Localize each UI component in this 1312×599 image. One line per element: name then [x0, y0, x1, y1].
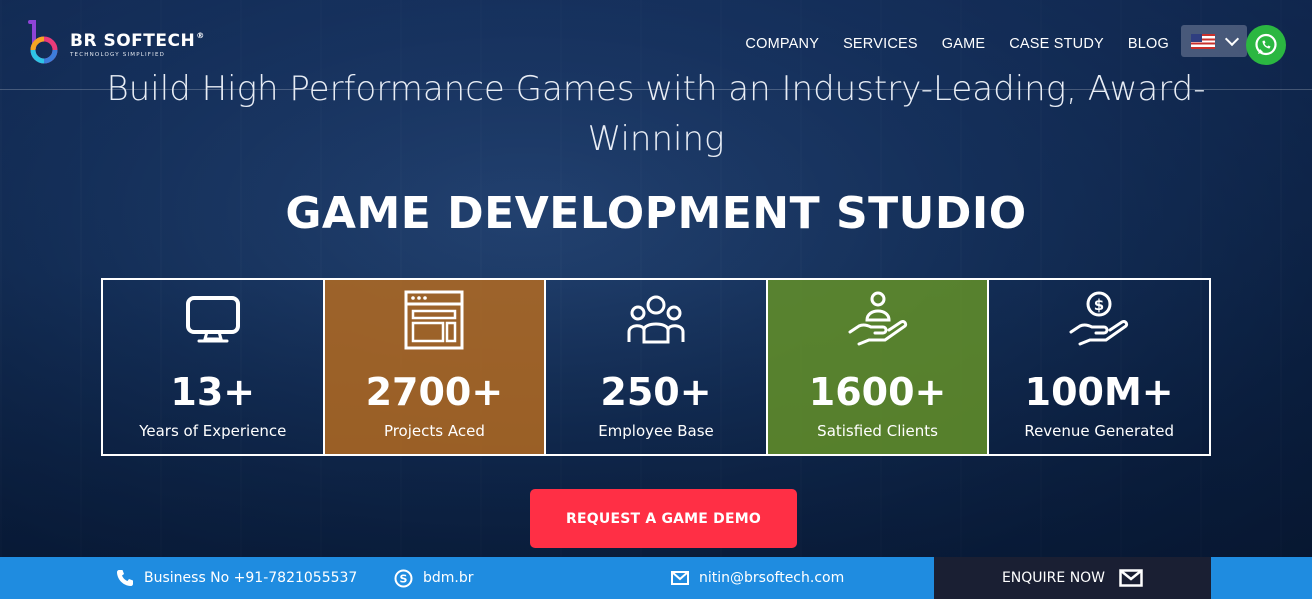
svg-text:$: $ [1094, 296, 1104, 314]
team-icon [627, 295, 685, 344]
stat-label: Revenue Generated [1024, 422, 1174, 440]
us-flag-icon [1191, 33, 1215, 49]
skype-id: bdm.br [423, 570, 474, 586]
brand-logo[interactable]: BR SOFTECH® TECHNOLOGY SIMPLIFIED [24, 20, 205, 68]
nav-company[interactable]: COMPANY [745, 36, 819, 52]
contact-bar: Business No +91-7821055537 S bdm.br niti… [0, 557, 1312, 599]
brand-reg-mark: ® [196, 30, 205, 40]
nav-game[interactable]: GAME [942, 36, 986, 52]
stat-projects: 2700+ Projects Aced [324, 280, 547, 454]
stat-label: Employee Base [598, 422, 714, 440]
client-hand-icon [848, 291, 907, 346]
whatsapp-button[interactable] [1246, 25, 1286, 65]
phone-number: Business No +91-7821055537 [144, 570, 358, 586]
stat-value: 13+ [170, 370, 256, 414]
enquire-now-button[interactable]: ENQUIRE NOW [934, 557, 1211, 599]
skype-icon: S [394, 569, 413, 587]
nav-services[interactable]: SERVICES [843, 36, 918, 52]
skype-contact[interactable]: S bdm.br [394, 557, 474, 599]
brand-name: BR SOFTECH [70, 30, 196, 51]
svg-text:S: S [400, 572, 408, 585]
stat-label: Years of Experience [139, 422, 287, 440]
stats-row: 13+ Years of Experience 2700+ Projects A… [101, 278, 1211, 456]
main-nav: COMPANY SERVICES GAME CASE STUDY BLOG [745, 36, 1169, 52]
whatsapp-icon [1255, 33, 1277, 56]
stat-label: Projects Aced [383, 422, 485, 440]
email-contact[interactable]: nitin@brsoftech.com [671, 557, 844, 599]
hero-subtitle: Build High Performance Games with an Ind… [106, 69, 1206, 159]
stat-experience: 13+ Years of Experience [103, 280, 325, 454]
brand-tagline: TECHNOLOGY SIMPLIFIED [70, 51, 166, 58]
phone-icon [117, 570, 133, 586]
logo-icon [28, 20, 58, 64]
nav-blog[interactable]: BLOG [1128, 36, 1169, 52]
browser-layout-icon [404, 290, 464, 350]
enquire-label: ENQUIRE NOW [1001, 570, 1106, 586]
stat-value: 1600+ [808, 370, 947, 414]
stat-clients: 1600+ Satisfied Clients [767, 280, 990, 454]
stat-value: 2700+ [365, 370, 504, 414]
stat-revenue: $ 100M+ Revenue Generated [989, 280, 1209, 454]
mail-icon [671, 571, 689, 585]
email-address: nitin@brsoftech.com [699, 570, 845, 586]
stat-label: Satisfied Clients [817, 422, 938, 440]
request-demo-button[interactable]: REQUEST A GAME DEMO [530, 489, 797, 548]
nav-case-study[interactable]: CASE STUDY [1009, 36, 1104, 52]
envelope-icon [1119, 569, 1143, 587]
stat-value: 250+ [600, 370, 712, 414]
phone-contact[interactable]: Business No +91-7821055537 [116, 557, 357, 599]
revenue-hand-icon: $ [1069, 291, 1129, 346]
language-selector[interactable] [1181, 25, 1247, 57]
stat-employees: 250+ Employee Base [546, 280, 768, 454]
monitor-icon [185, 296, 240, 343]
chevron-down-icon [1224, 31, 1240, 46]
stat-value: 100M+ [1024, 370, 1174, 414]
hero-title: GAME DEVELOPMENT STUDIO [285, 188, 1027, 239]
